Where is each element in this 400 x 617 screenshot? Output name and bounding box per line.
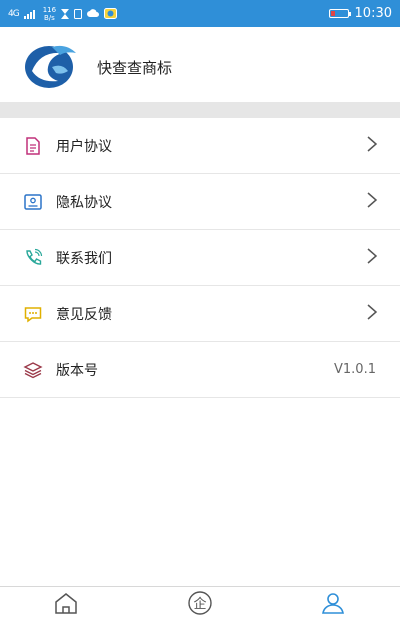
id-card-icon — [24, 194, 42, 210]
profile-header: 快查查商标 — [0, 27, 400, 102]
version-label: 版本号 — [56, 362, 98, 379]
section-divider — [0, 102, 400, 118]
chevron-right-icon — [367, 248, 378, 264]
menu-item-feedback[interactable]: 意见反馈 — [0, 286, 400, 342]
chevron-right-icon — [367, 304, 378, 320]
cloud-icon — [87, 9, 100, 17]
sim-icon — [74, 8, 83, 19]
version-value: V1.0.1 — [334, 362, 376, 377]
menu-item-label: 隐私协议 — [56, 194, 112, 211]
net-speed-unit: B/s — [43, 13, 55, 22]
company-icon-text: 企 — [193, 596, 206, 612]
menu-item-version: 版本号 V1.0.1 — [0, 342, 400, 398]
menu-item-privacy-agreement[interactable]: 隐私协议 — [0, 174, 400, 230]
chevron-right-icon — [367, 192, 378, 208]
home-icon[interactable] — [53, 591, 79, 615]
status-left: 4G 116 B/s — [8, 6, 118, 22]
status-right: 10:30 — [328, 6, 392, 21]
menu-item-label: 意见反馈 — [56, 306, 112, 323]
chevron-right-icon — [367, 136, 378, 152]
bottom-tab-bar: 企 — [0, 586, 400, 617]
signal-indicator: 4G — [8, 8, 20, 19]
clock: 10:30 — [354, 6, 392, 21]
settings-menu: 用户协议 隐私协议 联系我们 意见反馈 版本号 V1.0.1 — [0, 118, 400, 398]
company-icon[interactable]: 企 — [187, 591, 213, 615]
menu-item-contact-us[interactable]: 联系我们 — [0, 230, 400, 286]
document-icon — [26, 137, 40, 155]
layers-icon — [23, 362, 43, 379]
app-name: 快查查商标 — [97, 59, 173, 77]
menu-item-label: 联系我们 — [56, 250, 112, 267]
menu-item-user-agreement[interactable]: 用户协议 — [0, 118, 400, 174]
battery-icon — [328, 9, 351, 18]
signal-bars-icon — [23, 9, 35, 19]
net-speed: 116 B/s — [43, 6, 56, 22]
menu-item-label: 用户协议 — [56, 138, 112, 155]
user-icon[interactable] — [320, 591, 346, 615]
hourglass-icon — [61, 8, 70, 19]
status-bar: 4G 116 B/s 10:30 — [0, 0, 400, 27]
phone-icon — [26, 248, 43, 265]
net-speed-value: 116 — [42, 5, 57, 14]
message-icon — [24, 307, 42, 323]
app-logo — [25, 45, 76, 88]
app-notification-icon — [104, 8, 118, 19]
